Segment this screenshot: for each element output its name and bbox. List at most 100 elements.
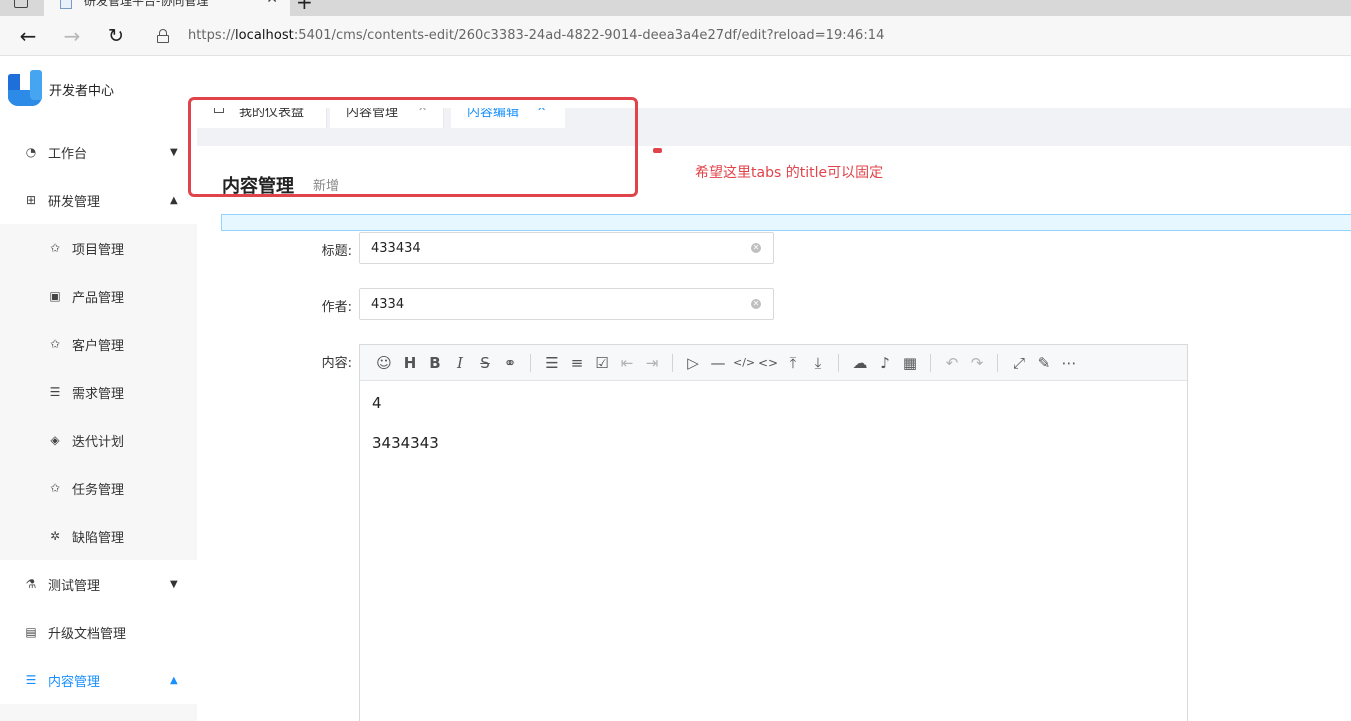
author-field[interactable]: 4334 ✕ xyxy=(359,288,774,320)
title-label: 标题: xyxy=(321,244,352,259)
chevron-down-icon: ▼ xyxy=(170,578,178,590)
hr-icon[interactable]: — xyxy=(708,353,728,373)
sidebar-item-label: 研发管理 xyxy=(48,194,101,210)
sidebar-item-defects[interactable]: ✲ 缺陷管理 xyxy=(0,512,197,560)
url-path: :5401/cms/contents-edit/260c3383-24ad-48… xyxy=(293,28,885,43)
target-icon: ◈ xyxy=(50,433,60,447)
window-menu-icon[interactable] xyxy=(14,0,28,8)
redo-icon[interactable]: ↷ xyxy=(967,353,987,373)
sidebar-item-tasks[interactable]: ✩ 任务管理 xyxy=(0,464,197,512)
editor-content[interactable]: 4 3434343 xyxy=(372,393,439,473)
sidebar-item-label: 缺陷管理 xyxy=(72,530,125,546)
dashboard-icon: ◔ xyxy=(25,145,37,159)
sidebar-item-label: 项目管理 xyxy=(72,242,125,258)
browser-tab[interactable]: 研发管理平台-协同管理 ✕ xyxy=(44,0,290,16)
bug-icon: ✲ xyxy=(49,529,61,543)
chevron-down-icon: ▼ xyxy=(170,146,178,158)
address-bar: ← → ↻ https://localhost:5401/cms/content… xyxy=(0,16,1351,56)
fullscreen-icon[interactable]: ⤢ xyxy=(1009,353,1029,373)
chevron-up-icon: ▲ xyxy=(170,194,178,206)
sidebar-item-label: 任务管理 xyxy=(72,482,125,498)
link-icon[interactable]: ⚭ xyxy=(500,353,520,373)
browser-tab-strip: 研发管理平台-协同管理 ✕ + xyxy=(0,0,1351,16)
checklist-icon[interactable]: ☑ xyxy=(592,353,612,373)
close-tab-icon[interactable]: ✕ xyxy=(266,0,278,7)
product-icon: ▣ xyxy=(49,289,61,303)
inline-code-icon[interactable]: <> xyxy=(758,353,778,373)
lock-icon[interactable] xyxy=(157,29,169,43)
edit-mode-icon[interactable]: ✎ xyxy=(1034,353,1054,373)
browser-tab-title: 研发管理平台-协同管理 xyxy=(84,0,209,8)
sidebar-item-label: 需求管理 xyxy=(72,386,125,402)
sidebar-item-label: 迭代计划 xyxy=(72,434,125,450)
clear-icon[interactable]: ✕ xyxy=(751,243,761,253)
task-icon: ✩ xyxy=(49,481,61,495)
strikethrough-icon[interactable]: S xyxy=(475,353,495,373)
sidebar-item-label: 客户管理 xyxy=(72,338,125,354)
annotation-highlight-box xyxy=(188,97,638,197)
annotation-marker xyxy=(653,148,662,153)
document-icon: ▤ xyxy=(25,625,37,639)
url-host: localhost xyxy=(235,28,294,43)
more-icon[interactable]: ⋯ xyxy=(1059,353,1079,373)
sidebar-item-label: 升级文档管理 xyxy=(48,626,127,642)
list-icon: ☰ xyxy=(25,673,37,687)
back-icon[interactable]: ← xyxy=(16,24,40,48)
customer-icon: ✩ xyxy=(49,337,61,351)
sidebar: 开发者中心 ◔ 工作台 ▼ ⊞ 研发管理 ▲ ✩ 项目管理 ▣ 产品管理 ✩ 客… xyxy=(0,56,197,721)
chevron-up-icon: ▲ xyxy=(170,674,178,686)
sidebar-item-projects[interactable]: ✩ 项目管理 xyxy=(0,224,197,272)
cluster-icon: ⊞ xyxy=(25,193,37,207)
info-alert-bar xyxy=(221,214,1351,231)
undo-icon[interactable]: ↶ xyxy=(942,353,962,373)
ordered-list-icon[interactable]: ≡ xyxy=(567,353,587,373)
markdown-editor[interactable]: ☺ H B I S ⚭ ☰ ≡ ☑ ⇤ ⇥ ▷ — </> <> ⤒ ⤓ ☁ ♪… xyxy=(359,344,1188,721)
editor-toolbar: ☺ H B I S ⚭ ☰ ≡ ☑ ⇤ ⇥ ▷ — </> <> ⤒ ⤓ ☁ ♪… xyxy=(360,345,1187,381)
italic-icon[interactable]: I xyxy=(450,353,470,373)
page-favicon-icon xyxy=(60,0,72,9)
sidebar-item-label: 内容管理 xyxy=(48,674,101,690)
app-logo xyxy=(8,70,42,108)
reload-icon[interactable]: ↻ xyxy=(104,24,128,48)
forward-icon[interactable]: → xyxy=(60,24,84,48)
unordered-list-icon[interactable]: ☰ xyxy=(542,353,562,373)
sidebar-item-content[interactable]: ☰ 内容管理 ▲ xyxy=(0,656,197,704)
heading-icon[interactable]: H xyxy=(400,353,420,373)
sidebar-item-products[interactable]: ▣ 产品管理 xyxy=(0,272,197,320)
new-tab-icon[interactable]: + xyxy=(296,0,313,14)
quote-icon[interactable]: ▷ xyxy=(683,353,703,373)
flask-icon: ⚗ xyxy=(25,577,37,591)
indent-icon[interactable]: ⇥ xyxy=(642,353,662,373)
sidebar-item-upgrade-docs[interactable]: ▤ 升级文档管理 xyxy=(0,608,197,656)
sidebar-item-label: 测试管理 xyxy=(48,578,101,594)
insert-before-icon[interactable]: ⤒ xyxy=(783,353,803,373)
insert-after-icon[interactable]: ⤓ xyxy=(808,353,828,373)
url-field[interactable]: https://localhost:5401/cms/contents-edit… xyxy=(188,28,884,43)
title-value: 433434 xyxy=(371,241,421,256)
outdent-icon[interactable]: ⇤ xyxy=(617,353,637,373)
sidebar-item-customers[interactable]: ✩ 客户管理 xyxy=(0,320,197,368)
author-value: 4334 xyxy=(371,297,405,312)
emoji-icon[interactable]: ☺ xyxy=(374,353,394,373)
editor-line: 3434343 xyxy=(372,434,439,452)
app-name: 开发者中心 xyxy=(49,84,115,99)
sidebar-item-label: 产品管理 xyxy=(72,290,125,306)
sidebar-item-workbench[interactable]: ◔ 工作台 ▼ xyxy=(0,128,197,176)
project-icon: ✩ xyxy=(49,241,61,255)
record-icon[interactable]: ♪ xyxy=(875,353,895,373)
clear-icon[interactable]: ✕ xyxy=(751,299,761,309)
bold-icon[interactable]: B xyxy=(425,353,445,373)
sidebar-item-rd[interactable]: ⊞ 研发管理 ▲ xyxy=(0,176,197,224)
sidebar-item-requirements[interactable]: ☰ 需求管理 xyxy=(0,368,197,416)
sidebar-item-label: 工作台 xyxy=(48,146,88,162)
code-icon[interactable]: </> xyxy=(733,353,755,373)
title-field[interactable]: 433434 ✕ xyxy=(359,232,774,264)
url-scheme: https:// xyxy=(188,28,235,43)
table-icon[interactable]: ▦ xyxy=(900,353,920,373)
sidebar-submenu-content xyxy=(0,704,197,721)
content-label: 内容: xyxy=(321,356,352,371)
author-label: 作者: xyxy=(321,300,352,315)
upload-icon[interactable]: ☁ xyxy=(850,353,870,373)
sidebar-item-testing[interactable]: ⚗ 测试管理 ▼ xyxy=(0,560,197,608)
sidebar-item-iterations[interactable]: ◈ 迭代计划 xyxy=(0,416,197,464)
